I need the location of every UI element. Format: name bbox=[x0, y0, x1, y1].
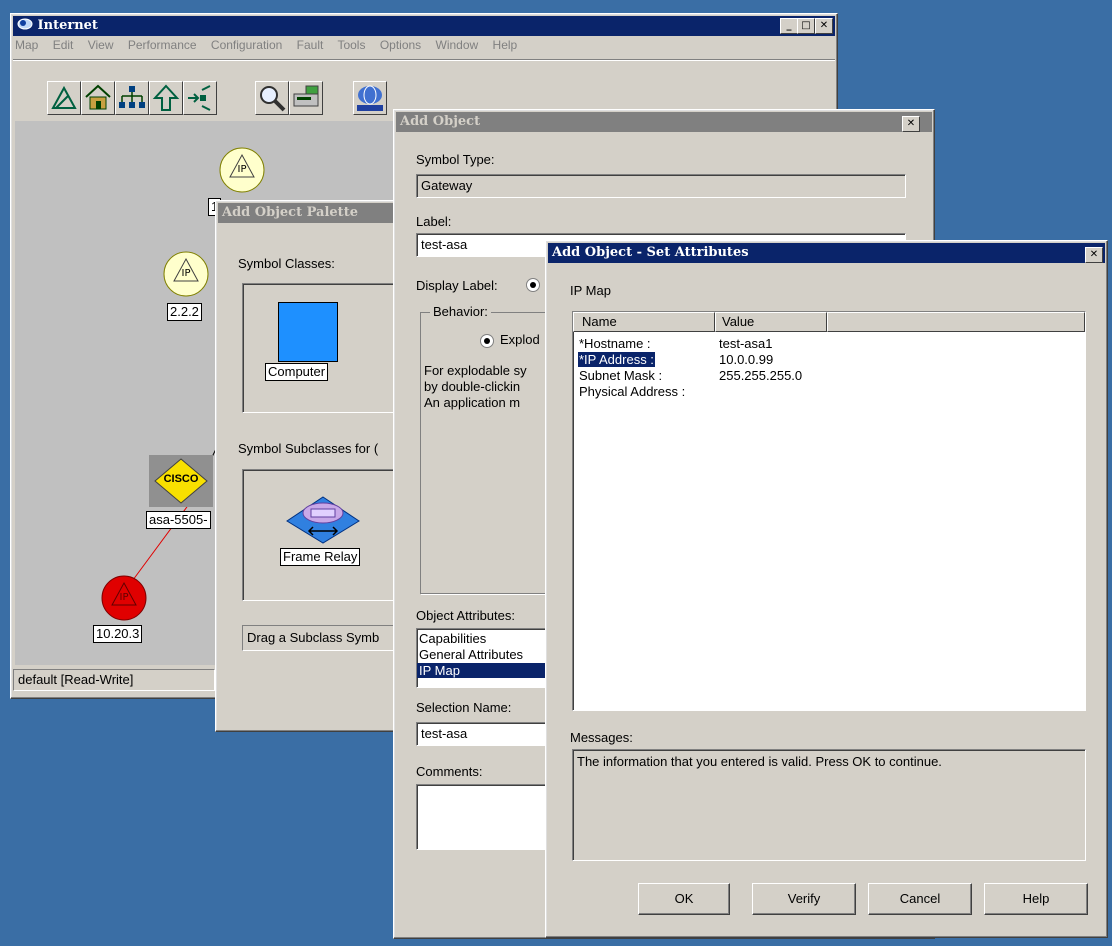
column-header-filler bbox=[827, 312, 1085, 332]
status-text: default [Read-Write] bbox=[18, 672, 134, 687]
explod-label: Explod bbox=[500, 332, 540, 347]
subclasses-label: Symbol Subclasses for ( bbox=[238, 441, 379, 456]
add-object-titlebar[interactable]: Add Object bbox=[396, 112, 932, 132]
table-row-name-selected[interactable]: *IP Address : bbox=[577, 351, 656, 368]
menu-separator bbox=[13, 59, 835, 61]
palette-title: Add Object Palette bbox=[222, 205, 358, 220]
explod-radio[interactable] bbox=[480, 334, 494, 348]
symbol-type-value: Gateway bbox=[421, 178, 473, 193]
attributes-table[interactable]: Name Value *Hostname : test-asa1 *IP Add… bbox=[572, 311, 1086, 711]
cisco-gateway-icon[interactable]: CISCO bbox=[149, 455, 213, 507]
selection-name-label: Selection Name: bbox=[416, 700, 512, 715]
palette-window: Add Object Palette Symbol Classes: Compu… bbox=[215, 200, 417, 732]
behavior-label: Behavior: bbox=[430, 304, 491, 319]
close-button[interactable]: ✕ bbox=[815, 18, 833, 34]
verify-button[interactable]: Verify bbox=[752, 883, 856, 915]
internet-app-icon bbox=[17, 17, 33, 31]
symbol-type-field: Gateway bbox=[416, 174, 906, 198]
table-row-value[interactable]: test-asa1 bbox=[719, 336, 772, 351]
maximize-button[interactable]: □ bbox=[797, 18, 815, 34]
computer-symbol-icon[interactable] bbox=[278, 302, 338, 362]
help-button[interactable]: Help bbox=[984, 883, 1088, 915]
table-row-name[interactable]: *Hostname : bbox=[579, 336, 651, 351]
minimize-button[interactable]: _ bbox=[780, 18, 798, 34]
table-row-value[interactable]: 10.0.0.99 bbox=[719, 352, 773, 367]
table-row-value[interactable]: 255.255.255.0 bbox=[719, 368, 802, 383]
svg-text:IP: IP bbox=[120, 592, 129, 603]
up-arrow-tool-icon[interactable] bbox=[149, 81, 183, 115]
ip-node-icon[interactable]: IP bbox=[217, 145, 267, 195]
cancel-button[interactable]: Cancel bbox=[868, 883, 972, 915]
ip-node-critical-icon[interactable]: IP bbox=[99, 573, 149, 623]
object-attributes-label: Object Attributes: bbox=[416, 608, 515, 623]
label-input-value: test-asa bbox=[421, 237, 468, 252]
label-label: Label: bbox=[416, 214, 452, 229]
svg-text:IP: IP bbox=[238, 164, 247, 175]
node-label: 10.20.3 bbox=[93, 625, 143, 643]
svg-text:IP: IP bbox=[182, 268, 191, 279]
connect-tool-icon[interactable] bbox=[183, 81, 217, 115]
column-header-name[interactable]: Name bbox=[573, 312, 715, 332]
menu-help[interactable]: Help bbox=[493, 38, 518, 52]
add-object-title: Add Object bbox=[400, 114, 481, 129]
status-bar: default [Read-Write] bbox=[13, 669, 215, 691]
ip-node-icon[interactable]: IP bbox=[161, 249, 211, 299]
palette-hint-field: Drag a Subclass Symb bbox=[242, 625, 414, 651]
selection-name-value: test-asa bbox=[421, 726, 468, 741]
messages-label: Messages: bbox=[570, 730, 633, 745]
set-attributes-title: Add Object - Set Attributes bbox=[552, 245, 749, 260]
menu-fault[interactable]: Fault bbox=[297, 38, 324, 52]
ok-button[interactable]: OK bbox=[638, 883, 730, 915]
palette-titlebar[interactable]: Add Object Palette bbox=[218, 203, 414, 223]
hierarchy-tool-icon[interactable] bbox=[115, 81, 149, 115]
home-tool-icon[interactable] bbox=[81, 81, 115, 115]
table-header: Name Value bbox=[573, 312, 1085, 332]
menubar: Map Edit View Performance Configuration … bbox=[15, 38, 528, 56]
frame-relay-icon[interactable] bbox=[283, 495, 363, 545]
message-text: The information that you entered is vali… bbox=[577, 754, 942, 769]
main-titlebar[interactable]: Internet bbox=[13, 16, 835, 36]
symbol-classes-label: Symbol Classes: bbox=[238, 256, 335, 271]
node-label: 2.2.2 bbox=[167, 303, 202, 321]
comments-label: Comments: bbox=[416, 764, 483, 779]
symbol-type-label: Symbol Type: bbox=[416, 152, 495, 167]
magnifier-tool-icon[interactable] bbox=[255, 81, 289, 115]
ip-map-tool-icon[interactable] bbox=[353, 81, 387, 115]
menu-options[interactable]: Options bbox=[380, 38, 421, 52]
main-title: Internet bbox=[37, 18, 98, 33]
behavior-desc-2: by double-clickin bbox=[424, 379, 521, 394]
menu-map[interactable]: Map bbox=[15, 38, 38, 52]
cisco-text: CISCO bbox=[163, 473, 199, 485]
node-label: asa-5505- bbox=[146, 511, 211, 529]
close-button[interactable]: ✕ bbox=[902, 116, 920, 132]
list-item[interactable]: General Attributes bbox=[419, 647, 523, 662]
class-item-label[interactable]: Computer bbox=[265, 363, 329, 381]
table-row-name[interactable]: Subnet Mask : bbox=[579, 368, 662, 383]
subclasses-box[interactable]: Frame Relay bbox=[242, 469, 414, 601]
set-attributes-dialog: Add Object - Set Attributes ✕ IP Map Nam… bbox=[545, 240, 1108, 938]
behavior-desc-3: An application m bbox=[424, 395, 521, 410]
menu-configuration[interactable]: Configuration bbox=[211, 38, 282, 52]
display-label-radio[interactable] bbox=[526, 278, 540, 292]
triangle-tool-icon[interactable] bbox=[47, 81, 81, 115]
device-tool-icon[interactable] bbox=[289, 81, 323, 115]
messages-box: The information that you entered is vali… bbox=[572, 749, 1086, 861]
set-attributes-titlebar[interactable]: Add Object - Set Attributes bbox=[548, 243, 1105, 263]
ip-map-section-label: IP Map bbox=[570, 283, 611, 298]
symbol-classes-box[interactable]: Computer bbox=[242, 283, 414, 413]
menu-edit[interactable]: Edit bbox=[53, 38, 74, 52]
menu-window[interactable]: Window bbox=[436, 38, 479, 52]
subclass-item-label[interactable]: Frame Relay bbox=[280, 548, 361, 566]
display-label-label: Display Label: bbox=[416, 278, 498, 293]
palette-hint: Drag a Subclass Symb bbox=[247, 630, 380, 645]
menu-tools[interactable]: Tools bbox=[337, 38, 365, 52]
table-row-name[interactable]: Physical Address : bbox=[579, 384, 685, 399]
menu-view[interactable]: View bbox=[88, 38, 114, 52]
close-button[interactable]: ✕ bbox=[1085, 247, 1103, 263]
menu-performance[interactable]: Performance bbox=[128, 38, 197, 52]
list-item[interactable]: Capabilities bbox=[419, 631, 486, 646]
column-header-value[interactable]: Value bbox=[715, 312, 827, 332]
behavior-desc-1: For explodable sy bbox=[424, 363, 527, 378]
